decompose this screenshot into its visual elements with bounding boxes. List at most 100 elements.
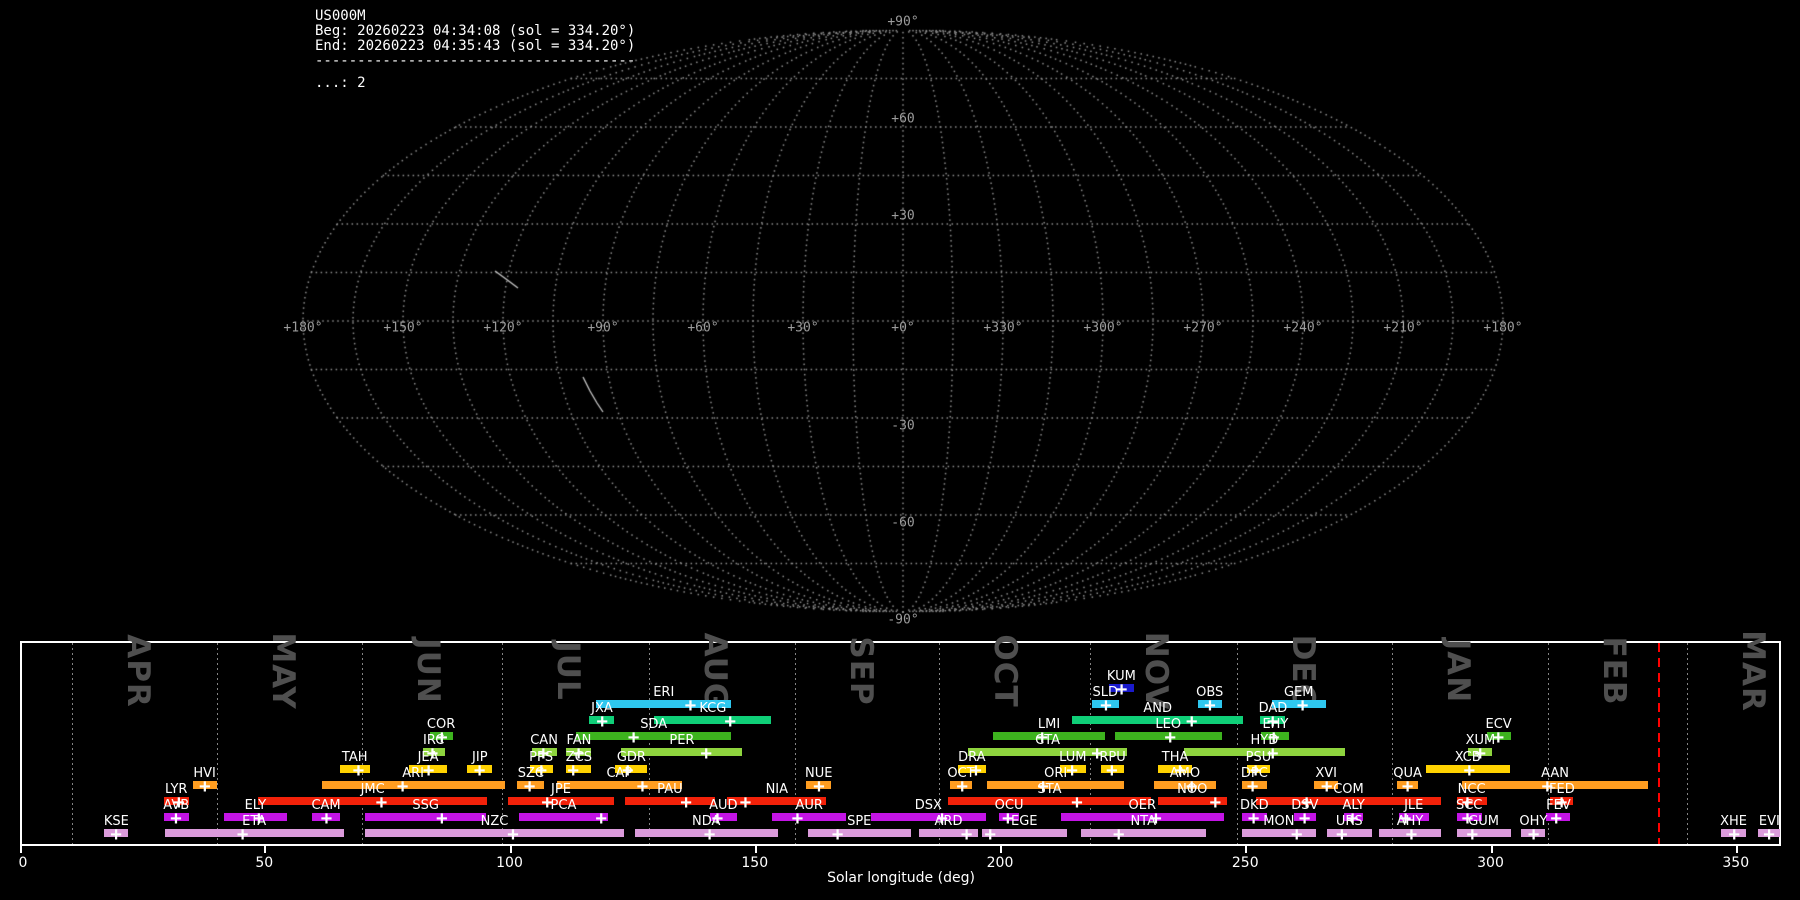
x-axis-tick xyxy=(264,846,267,853)
shower-bar-ETA xyxy=(164,829,344,837)
peak-marker-XCB: + xyxy=(1463,759,1476,782)
peak-marker-GEM: + xyxy=(1296,694,1309,717)
x-axis-tick xyxy=(1000,846,1002,853)
peak-marker-NZC: + xyxy=(507,823,519,846)
shower-label-AND: AND xyxy=(1143,701,1173,716)
peak-marker-PCA: + xyxy=(595,807,607,830)
peak-marker-JXA: + xyxy=(596,710,608,733)
peak-marker-ARD: + xyxy=(960,823,973,846)
peak-marker-DKD: + xyxy=(1247,807,1260,830)
shower-bar-JMC xyxy=(257,797,488,805)
peak-marker-CAM: + xyxy=(320,807,333,830)
peak-marker-AUR: + xyxy=(791,807,804,830)
peak-marker-OHY: + xyxy=(1527,823,1540,846)
peak-marker-KSE: + xyxy=(110,823,122,846)
month-label: NOV xyxy=(1138,631,1175,711)
peak-marker-SDA: + xyxy=(627,726,640,749)
shower-bar-ARI xyxy=(321,781,505,789)
peak-marker-PAU: + xyxy=(680,791,692,814)
peak-marker-EVI: + xyxy=(1763,823,1775,846)
month-gridline xyxy=(217,643,219,844)
peak-marker-XHE: + xyxy=(1728,823,1740,846)
x-axis-tick-label: 250 xyxy=(1231,855,1259,871)
peak-marker-TAH: + xyxy=(352,759,365,782)
month-gridline xyxy=(1237,643,1239,844)
meteor-activity-screen: US000M Beg: 20260223 04:34:08 (sol = 334… xyxy=(0,0,1800,900)
peak-marker-STA: + xyxy=(1071,791,1083,814)
peak-marker-SSG: + xyxy=(436,807,448,830)
peak-marker-ETA: + xyxy=(236,823,249,846)
x-axis-tick xyxy=(1735,846,1738,853)
peak-marker-ZCS: + xyxy=(567,759,579,782)
shower-label-CTA: CTA xyxy=(1035,733,1061,748)
peak-marker-LUM: + xyxy=(1066,759,1078,782)
shower-label-MON: MON xyxy=(1263,814,1295,829)
shower-label-NOO: NOO xyxy=(1177,782,1208,797)
shower-bar-SPE xyxy=(807,829,911,837)
peak-marker-OBS: + xyxy=(1204,694,1216,717)
peak-marker-FEV: + xyxy=(1550,807,1562,830)
month-label: FEB xyxy=(1595,636,1632,706)
x-axis-tick-label: 300 xyxy=(1477,855,1504,871)
peak-marker-JEA: + xyxy=(422,759,435,782)
peak-marker-JMC: + xyxy=(375,791,388,814)
shower-bar-PCA xyxy=(519,813,608,821)
peak-marker-RPU: + xyxy=(1106,759,1118,782)
peak-marker-NOO: + xyxy=(1209,791,1222,814)
peak-marker-HVI: + xyxy=(199,775,211,798)
activity-timeline-chart: APR MAY JUN JUL AUG SEP OCT NOV DEC JAN FEB MAR KUM +… xyxy=(0,0,1800,900)
shower-bar-GUM xyxy=(1456,829,1511,837)
month-gridline xyxy=(649,643,651,844)
peak-marker-DPC: + xyxy=(1246,775,1259,798)
x-axis-tick-label: 200 xyxy=(986,855,1014,871)
peak-marker-SZC: + xyxy=(523,775,536,798)
shower-bar-DSX xyxy=(870,813,986,821)
peak-marker-AND: + xyxy=(1186,710,1198,733)
shower-label-PCA: PCA xyxy=(550,798,577,813)
current-sol-marker xyxy=(1658,643,1661,844)
x-axis-title: Solar longitude (deg) xyxy=(827,870,975,886)
x-axis-tick-label: 100 xyxy=(496,855,523,871)
shower-bar-STA xyxy=(948,797,1152,805)
month-gridline xyxy=(1392,643,1394,844)
month-gridline xyxy=(1686,643,1688,844)
shower-label-JPE: JPE xyxy=(551,782,571,797)
month-label: MAY xyxy=(265,632,302,710)
peak-marker-JIP: + xyxy=(473,759,486,782)
shower-label-STA: STA xyxy=(1037,782,1062,797)
peak-marker-NTA: + xyxy=(1112,823,1125,846)
shower-bar-URS xyxy=(1326,829,1372,837)
shower-bar-SSG xyxy=(364,813,487,821)
shower-bar-KCG xyxy=(654,716,772,724)
x-axis-tick xyxy=(1490,846,1493,853)
peak-marker-AHY: + xyxy=(1405,823,1418,846)
peak-marker-SLD: + xyxy=(1100,694,1112,717)
peak-marker-EGE: + xyxy=(984,823,996,846)
x-axis-tick xyxy=(20,846,22,853)
shower-bar-SDA xyxy=(576,732,732,740)
peak-marker-ARI: + xyxy=(396,775,409,798)
x-axis-tick-label: 350 xyxy=(1722,855,1750,871)
month-label: APR xyxy=(119,634,156,708)
shower-label-NIA: NIA xyxy=(765,782,789,797)
shower-bar-NTA xyxy=(1080,829,1206,837)
peak-marker-NUE: + xyxy=(813,775,825,798)
month-label: JAN xyxy=(1440,638,1477,704)
peak-marker-ERI: + xyxy=(684,694,697,717)
month-label: JUL xyxy=(550,641,587,701)
peak-marker-NIA: + xyxy=(739,791,752,814)
shower-label-PAU: PAU xyxy=(657,782,683,797)
month-label: SEP xyxy=(843,636,880,706)
shower-label-SDA: SDA xyxy=(640,717,668,732)
x-axis-tick xyxy=(509,846,512,853)
shower-label-NZC: NZC xyxy=(480,814,509,829)
shower-label-SSG: SSG xyxy=(412,798,439,813)
shower-bar-MON xyxy=(1241,829,1316,837)
peak-marker-SPE: + xyxy=(831,823,844,846)
shower-label-KCG: KCG xyxy=(699,701,727,716)
peak-marker-URS: + xyxy=(1336,823,1348,846)
month-label: MAR xyxy=(1734,630,1771,712)
shower-bar-AUR xyxy=(772,813,846,821)
x-axis-tick-label: 0 xyxy=(18,855,28,871)
peak-marker-OCT: + xyxy=(956,775,968,798)
